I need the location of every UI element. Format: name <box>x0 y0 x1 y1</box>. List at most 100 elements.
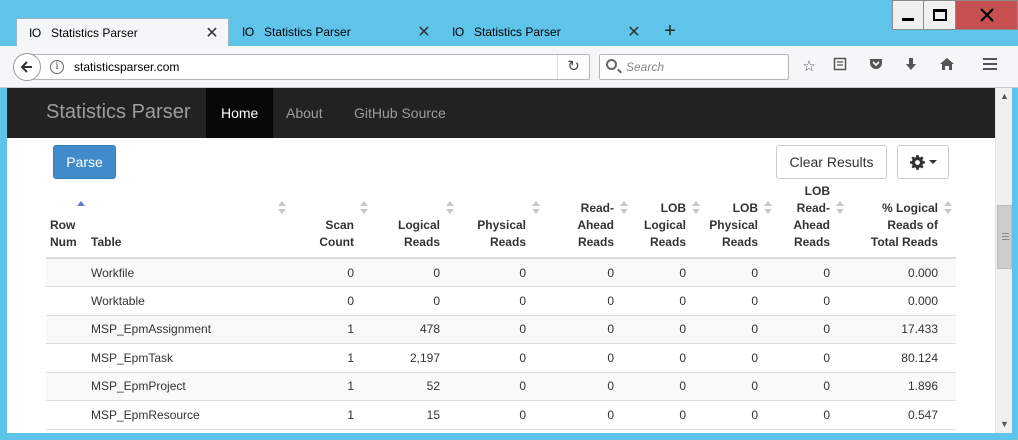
site-info-icon[interactable]: i <box>50 60 64 74</box>
column-header-label: Reads of <box>887 218 938 232</box>
table-cell: 0 <box>632 400 704 429</box>
sort-ascending-icon <box>77 201 85 215</box>
column-header[interactable]: LOB Read-Ahead Reads <box>776 183 848 259</box>
site-navbar: Statistics Parser Home About GitHub Sour… <box>7 88 995 138</box>
table-cell: 0 <box>704 286 776 315</box>
maximize-button[interactable] <box>924 0 956 30</box>
table-cell: 0 <box>458 400 544 429</box>
home-icon[interactable] <box>937 57 957 77</box>
reload-icon[interactable]: ↻ <box>557 55 589 79</box>
column-header[interactable]: Read-Ahead Reads <box>544 183 632 259</box>
column-header-label: Reads <box>721 235 758 249</box>
close-tab-icon[interactable]: ✕ <box>416 22 432 42</box>
io-statistics-table: Row Num Table Scan Count Logical Reads Physical… <box>46 183 956 433</box>
table-cell: Total <box>87 428 292 433</box>
table-cell <box>46 343 87 372</box>
table-cell: 0 <box>632 286 704 315</box>
close-tab-icon[interactable]: ✕ <box>204 23 220 43</box>
menu-icon[interactable] <box>980 57 1000 77</box>
table-cell <box>46 371 87 401</box>
table-cell: 0 <box>632 257 704 287</box>
clear-results-button[interactable]: Clear Results <box>776 145 887 179</box>
nav-github-source[interactable]: GitHub Source <box>339 88 461 138</box>
vertical-scrollbar[interactable]: ▲ ▼ <box>995 88 1012 433</box>
close-tab-icon[interactable]: ✕ <box>626 22 642 42</box>
bookmark-star-icon[interactable]: ☆ <box>799 57 819 77</box>
browser-tab-1[interactable]: IO Statistics Parser ✕ <box>16 18 229 46</box>
nav-home[interactable]: Home <box>206 88 274 138</box>
column-header-label: Row <box>50 218 76 232</box>
settings-dropdown-button[interactable] <box>897 145 949 179</box>
reading-list-icon[interactable] <box>830 57 850 77</box>
column-header[interactable]: LOB Logical Reads <box>632 183 704 259</box>
nav-about[interactable]: About <box>271 88 338 138</box>
browser-tab-2[interactable]: IO Statistics Parser ✕ <box>230 18 440 46</box>
table-cell: MSP_EpmTask <box>87 343 292 372</box>
scroll-up-icon[interactable]: ▲ <box>996 88 1013 105</box>
url-bar[interactable]: i statisticsparser.com ↻ <box>30 54 590 80</box>
column-header[interactable]: % Logical Reads of Total Reads <box>848 183 956 259</box>
column-header[interactable]: Scan Count <box>292 183 372 259</box>
table-cell: 0 <box>372 257 458 287</box>
minimize-button[interactable] <box>892 0 924 30</box>
close-icon <box>979 8 994 22</box>
tab-title: Statistics Parser <box>264 25 351 39</box>
search-icon <box>606 59 617 70</box>
column-header-label: Scan <box>325 218 354 232</box>
table-cell: MSP_EpmResource <box>87 400 292 429</box>
sort-icon <box>360 201 368 215</box>
table-cell: 17.433 <box>848 314 956 344</box>
column-header[interactable]: Table <box>87 183 292 259</box>
table-cell: 0 <box>704 400 776 429</box>
sort-icon <box>692 201 700 215</box>
search-input[interactable]: Search <box>599 54 789 80</box>
tab-title: Statistics Parser <box>51 25 138 40</box>
parse-button[interactable]: Parse <box>53 145 116 179</box>
site-brand[interactable]: Statistics Parser <box>46 101 190 124</box>
table-cell: 1 <box>292 400 372 429</box>
column-header-label: Total Reads <box>870 235 938 249</box>
column-header-label: Count <box>319 235 354 249</box>
table-cell: 2,197 <box>372 343 458 372</box>
back-button[interactable] <box>13 53 41 81</box>
table-cell: 0 <box>704 257 776 287</box>
scroll-down-icon[interactable]: ▼ <box>996 416 1013 433</box>
minimize-icon <box>902 17 914 21</box>
table-row: Worktable 0 0 0 0 0 0 0 0.000 <box>46 286 956 315</box>
table-cell: 478 <box>372 314 458 344</box>
browser-tab-3[interactable]: IO Statistics Parser ✕ <box>440 18 650 46</box>
tab-title: Statistics Parser <box>474 25 561 39</box>
column-header[interactable]: Row Num <box>46 183 87 259</box>
new-tab-button[interactable]: + <box>660 20 680 44</box>
close-window-button[interactable] <box>956 0 1018 30</box>
pocket-icon[interactable] <box>866 57 886 77</box>
table-cell: 0.000 <box>848 257 956 287</box>
gear-icon <box>909 154 925 170</box>
column-header[interactable]: Physical Reads <box>458 183 544 259</box>
table-cell: 0 <box>776 400 848 429</box>
scrollbar-thumb[interactable] <box>997 205 1012 269</box>
column-header-label: Read-Ahead <box>577 201 614 232</box>
url-text[interactable]: statisticsparser.com <box>74 60 179 74</box>
sort-icon <box>278 201 286 215</box>
table-cell: 15 <box>372 400 458 429</box>
table-cell: 0 <box>776 371 848 401</box>
grip-icon <box>1002 233 1009 240</box>
tab-favicon: IO <box>452 25 464 39</box>
table-cell: 0 <box>544 400 632 429</box>
downloads-icon[interactable] <box>901 57 921 77</box>
table-cell: 1 <box>292 371 372 401</box>
table-cell <box>46 400 87 429</box>
table-cell: 0 <box>704 428 776 433</box>
table-cell: 0 <box>632 428 704 433</box>
column-header-label: Reads <box>649 235 686 249</box>
column-header-label: LOB <box>732 201 758 215</box>
table-cell <box>46 314 87 344</box>
tab-favicon: IO <box>242 25 254 39</box>
table-cell: 0 <box>458 371 544 401</box>
column-header-label: LOB <box>804 184 830 198</box>
column-header[interactable]: Logical Reads <box>372 183 458 259</box>
column-header[interactable]: LOB Physical Reads <box>704 183 776 259</box>
table-cell: 0 <box>704 314 776 344</box>
column-header-label: Logical <box>643 218 686 232</box>
